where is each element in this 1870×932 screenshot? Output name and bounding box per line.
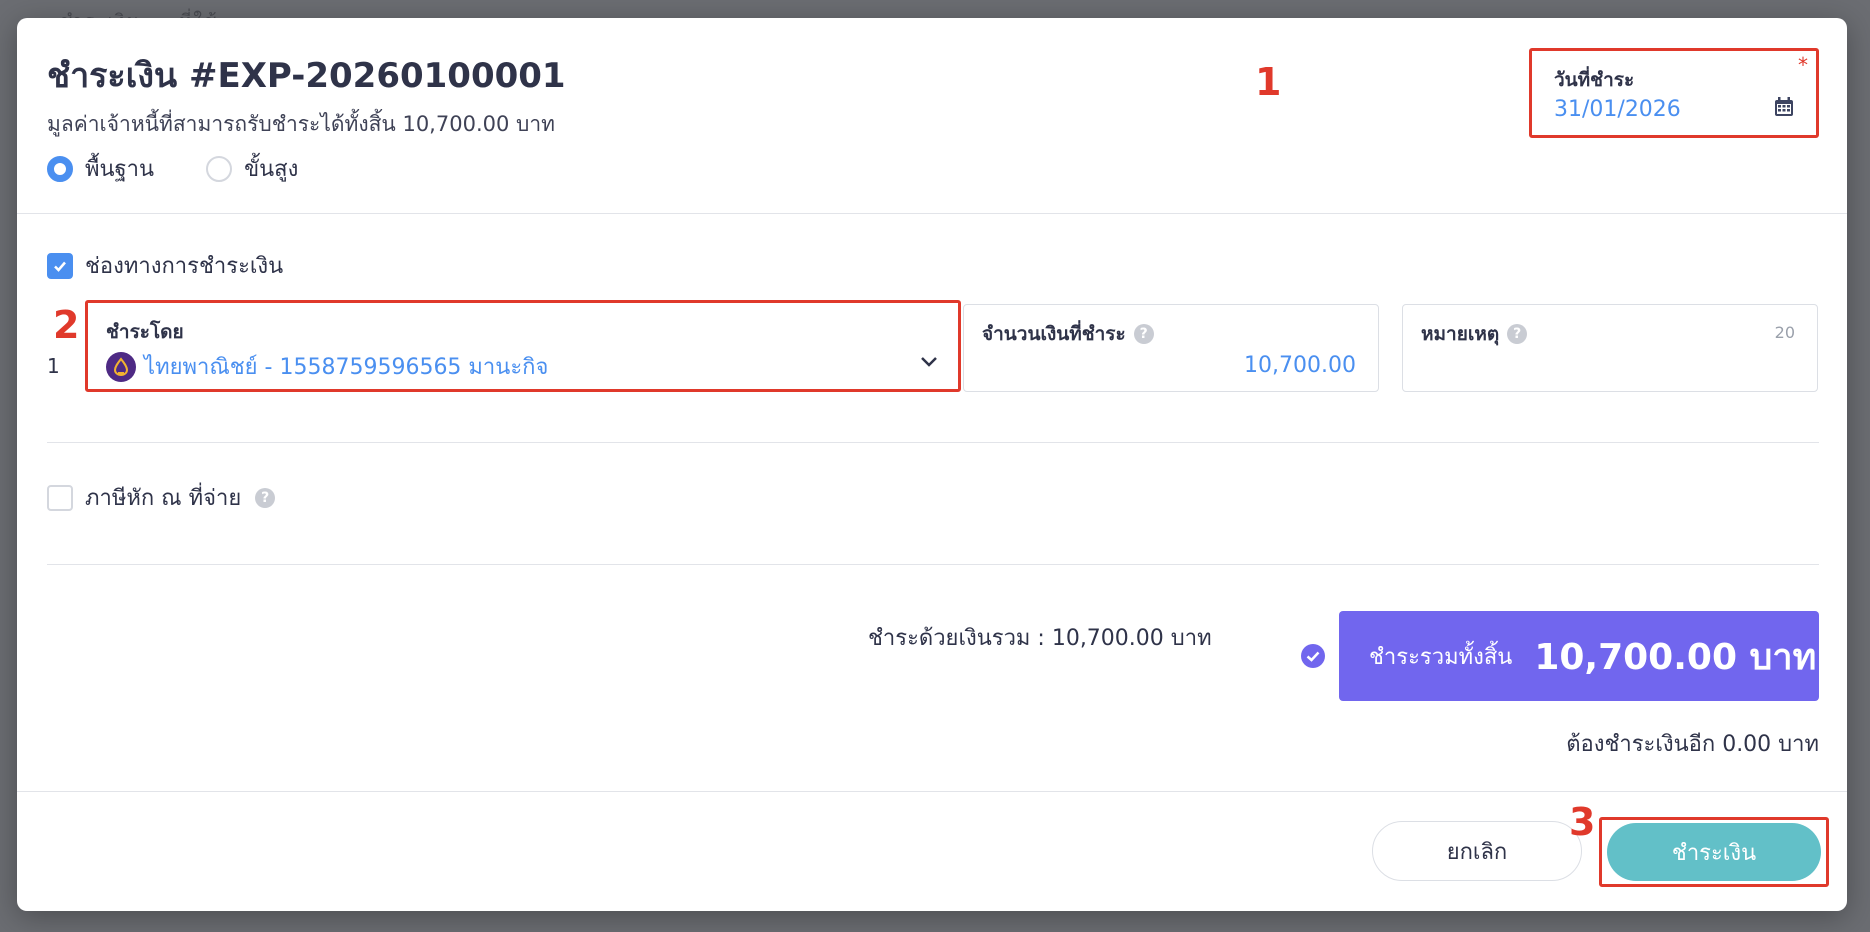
withholding-tax-label: ภาษีหัก ณ ที่จ่าย <box>85 486 242 511</box>
pay-button-highlight: ชำระเงิน <box>1599 817 1829 887</box>
pay-by-label-text: ชำระโดย <box>106 321 184 343</box>
help-icon[interactable]: ? <box>1133 324 1154 344</box>
required-mark: * <box>1798 53 1808 77</box>
amount-field[interactable]: จำนวนเงินที่ชำระ ? 10,700.00 <box>963 304 1379 392</box>
section-divider <box>47 442 1819 443</box>
payment-date-value: 31/01/2026 <box>1554 97 1681 122</box>
annotation-3: 3 <box>1569 800 1596 844</box>
pay-button[interactable]: ชำระเงิน <box>1607 823 1821 881</box>
note-char-counter: 20 <box>1774 323 1795 342</box>
check-circle-icon <box>1300 643 1326 673</box>
footer-divider <box>17 791 1847 792</box>
section-divider <box>47 564 1819 565</box>
bank-logo-icon <box>106 351 136 382</box>
radio-selected-icon <box>47 155 73 182</box>
paid-total-text: ชำระด้วยเงินรวม : 10,700.00 บาท <box>868 626 1212 651</box>
radio-advanced[interactable]: ขั้นสูง <box>206 151 298 186</box>
payment-modal: ชำระเงิน #EXP-20260100001 มูลค่าเจ้าหนี้… <box>17 18 1847 911</box>
help-icon[interactable]: ? <box>1507 324 1528 344</box>
payable-subtitle: มูลค่าเจ้าหนี้ที่สามารถรับชำระได้ทั้งสิ้… <box>47 112 555 136</box>
row-number: 1 <box>47 354 60 378</box>
mode-radio-group: พื้นฐาน ขั้นสูง <box>47 151 350 186</box>
pay-by-value: ไทยพาณิชย์ - 1558759596565 มานะกิจ <box>106 349 548 384</box>
grand-total-amount: 10,700.00 บาท <box>1534 636 1817 678</box>
annotation-2: 2 <box>53 303 80 347</box>
help-icon[interactable]: ? <box>255 487 276 508</box>
amount-value: 10,700.00 <box>1244 353 1356 378</box>
payment-channel-label: ช่องทางการชำระเงิน <box>85 254 284 279</box>
payment-date-label: วันที่ชำระ <box>1554 69 1635 91</box>
radio-basic-label: พื้นฐาน <box>85 157 155 182</box>
note-field[interactable]: หมายเหตุ ? 20 <box>1402 304 1818 392</box>
remaining-text: ต้องชำระเงินอีก 0.00 บาท <box>1566 732 1819 757</box>
payment-channel-check[interactable]: ช่องทางการชำระเงิน <box>47 248 283 283</box>
radio-basic[interactable]: พื้นฐาน <box>47 151 154 186</box>
checkbox-unchecked-icon <box>47 484 73 511</box>
page-title: ชำระเงิน #EXP-20260100001 <box>47 56 566 96</box>
header-divider <box>17 213 1847 214</box>
annotation-1: 1 <box>1255 60 1282 104</box>
grand-total-label: ชำระรวมทั้งสิ้น <box>1369 644 1513 670</box>
radio-unselected-icon <box>206 155 233 182</box>
pay-by-label: ชำระโดย <box>106 317 184 347</box>
note-label-text: หมายเหตุ <box>1421 323 1500 345</box>
radio-advanced-label: ขั้นสูง <box>244 157 299 182</box>
chevron-down-icon[interactable] <box>920 353 938 372</box>
pay-by-value-text: ไทยพาณิชย์ - 1558759596565 มานะกิจ <box>144 355 549 380</box>
cancel-button[interactable]: ยกเลิก <box>1372 821 1582 881</box>
amount-label: จำนวนเงินที่ชำระ ? <box>982 319 1154 349</box>
checkbox-checked-icon <box>47 252 73 279</box>
withholding-tax-check[interactable]: ภาษีหัก ณ ที่จ่าย ? <box>47 480 276 515</box>
amount-label-text: จำนวนเงินที่ชำระ <box>982 323 1126 345</box>
pay-by-select[interactable]: ชำระโดย ไทยพาณิชย์ - 1558759596565 มานะก… <box>85 300 961 392</box>
note-label: หมายเหตุ ? <box>1421 319 1528 349</box>
calendar-icon[interactable] <box>1774 97 1794 121</box>
grand-total-banner: ชำระรวมทั้งสิ้น 10,700.00 บาท <box>1339 611 1819 701</box>
payment-date-field[interactable]: * วันที่ชำระ 31/01/2026 <box>1529 48 1819 138</box>
